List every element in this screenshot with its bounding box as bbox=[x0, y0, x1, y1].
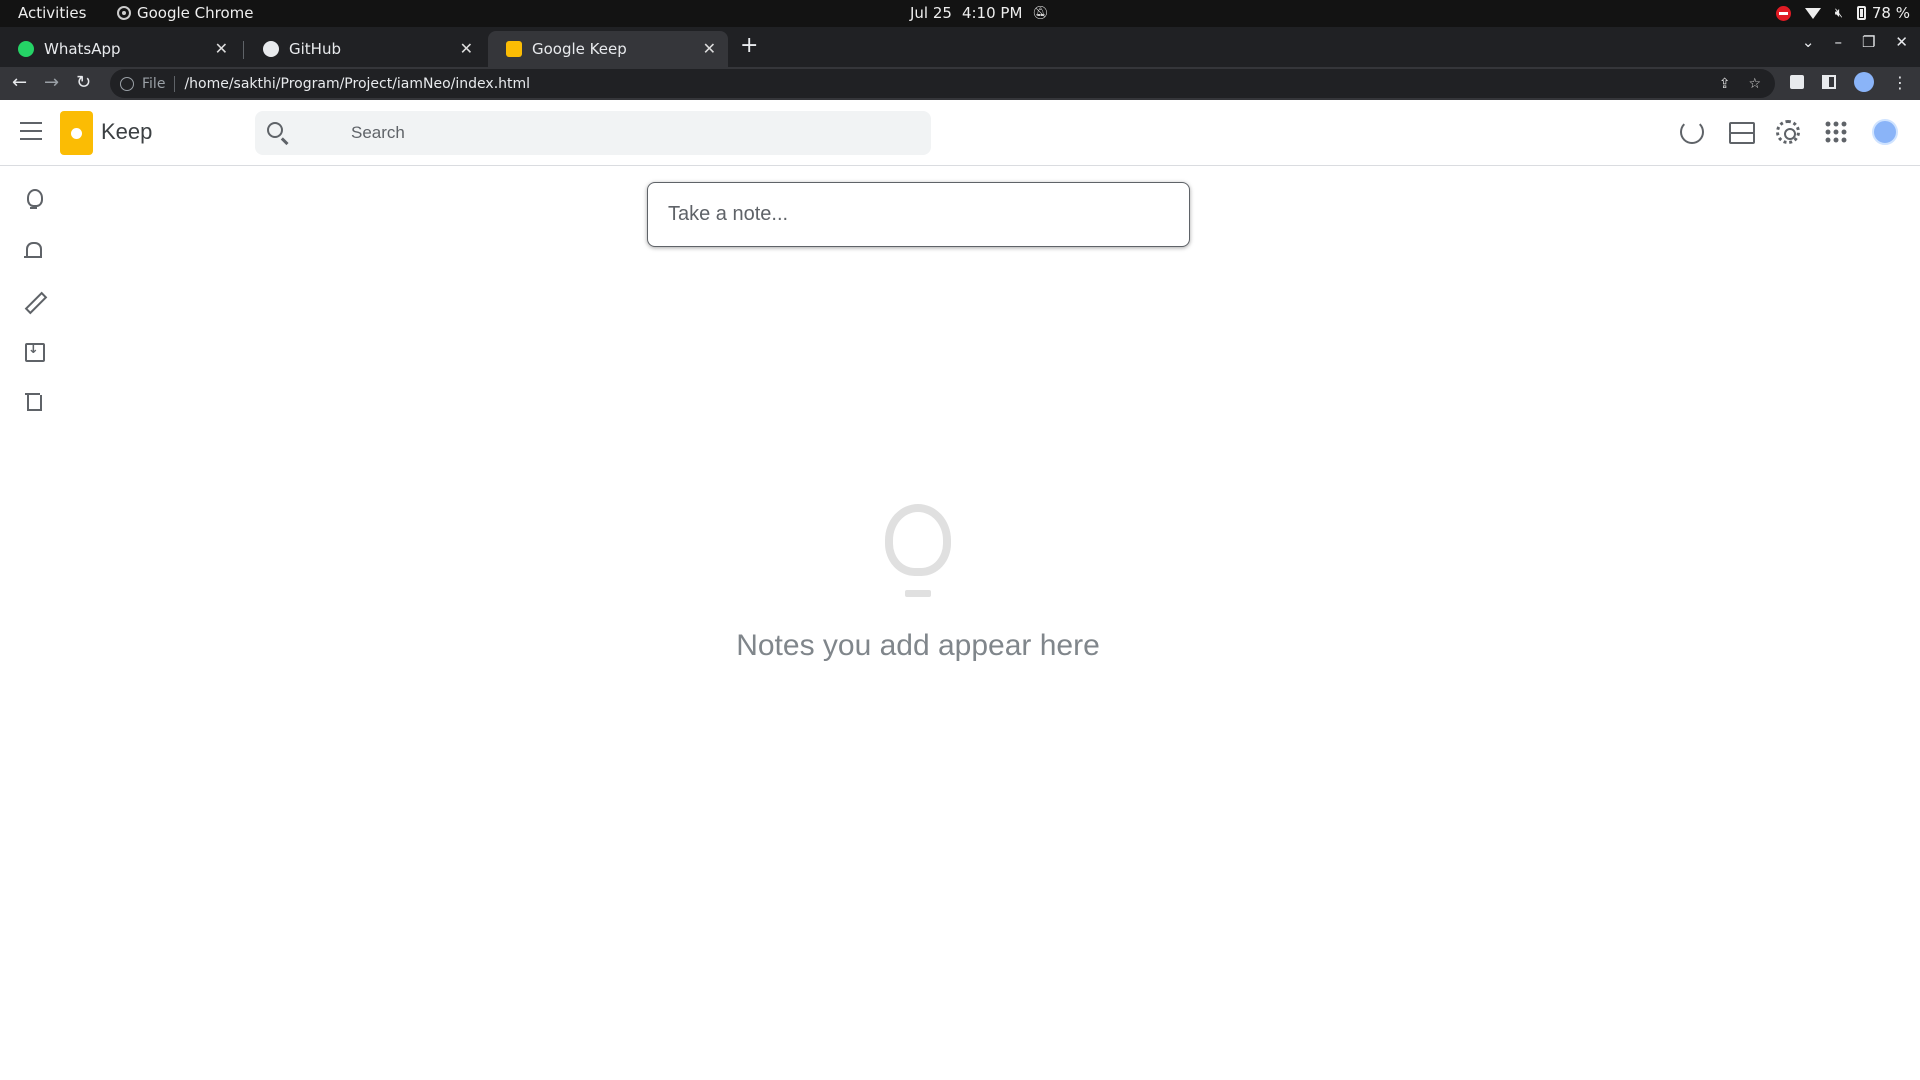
tab-strip: WhatsApp ✕ GitHub ✕ Google Keep ✕ + ⌄ – … bbox=[0, 27, 1920, 67]
trash-icon[interactable] bbox=[22, 390, 46, 414]
bulb-icon[interactable] bbox=[22, 189, 46, 213]
list-view-icon[interactable] bbox=[1728, 120, 1755, 144]
url-text[interactable]: /home/sakthi/Program/Project/iamNeo/inde… bbox=[184, 76, 530, 92]
activities-button[interactable]: Activities bbox=[18, 4, 86, 22]
chrome-icon bbox=[117, 6, 131, 20]
main-menu-icon[interactable] bbox=[20, 122, 42, 140]
system-tray[interactable]: 🔇︎ 78 % bbox=[1775, 4, 1910, 22]
profile-avatar[interactable] bbox=[1854, 72, 1874, 92]
side-panel-icon[interactable] bbox=[1822, 75, 1836, 89]
archive-icon[interactable] bbox=[22, 340, 46, 364]
tab-title: GitHub bbox=[289, 40, 341, 58]
tab-search-icon[interactable]: ⌄ bbox=[1802, 33, 1815, 51]
app-menu[interactable]: Google Chrome bbox=[117, 4, 254, 22]
battery-level: 78 % bbox=[1871, 4, 1910, 22]
close-icon[interactable]: ✕ bbox=[215, 39, 228, 58]
github-icon bbox=[263, 41, 279, 57]
close-window-icon[interactable]: ✕ bbox=[1895, 33, 1908, 51]
search-input[interactable] bbox=[351, 111, 911, 155]
take-note-box bbox=[647, 182, 1190, 247]
address-bar[interactable]: File /home/sakthi/Program/Project/iamNeo… bbox=[110, 69, 1775, 98]
do-not-disturb-icon bbox=[1775, 5, 1791, 21]
apps-grid-icon[interactable] bbox=[1824, 120, 1848, 144]
search-icon[interactable] bbox=[267, 122, 283, 138]
close-icon[interactable]: ✕ bbox=[703, 39, 716, 58]
header-actions bbox=[1680, 119, 1898, 145]
browser-toolbar: ← → ↻ File /home/sakthi/Program/Project/… bbox=[0, 67, 1920, 100]
refresh-icon[interactable] bbox=[1680, 120, 1704, 144]
tab-whatsapp[interactable]: WhatsApp ✕ bbox=[0, 31, 240, 67]
clock-date: Jul 25 bbox=[910, 4, 952, 22]
tab-github[interactable]: GitHub ✕ bbox=[245, 31, 485, 67]
volume-muted-icon: 🔇︎ bbox=[1834, 5, 1843, 21]
clock[interactable]: Jul 25 4:10 PM 🔕︎ bbox=[910, 4, 1049, 22]
new-tab-button[interactable]: + bbox=[740, 33, 758, 58]
scheme-label: File bbox=[142, 75, 166, 92]
take-note-input[interactable] bbox=[668, 183, 1168, 246]
toolbar-actions: ⋮ bbox=[1790, 72, 1908, 92]
divider bbox=[174, 75, 176, 92]
reload-icon[interactable]: ↻ bbox=[76, 72, 91, 93]
omnibox-actions: ⇪ ☆ bbox=[1719, 76, 1761, 92]
share-icon[interactable]: ⇪ bbox=[1719, 76, 1731, 92]
forward-icon[interactable]: → bbox=[44, 72, 59, 93]
keep-header: Keep bbox=[0, 100, 1920, 166]
pencil-icon[interactable] bbox=[22, 290, 46, 314]
window-controls: ⌄ – ❐ ✕ bbox=[1802, 33, 1908, 51]
tab-google-keep[interactable]: Google Keep ✕ bbox=[488, 31, 728, 67]
restore-icon[interactable]: ❐ bbox=[1862, 33, 1875, 51]
close-icon[interactable]: ✕ bbox=[460, 39, 473, 58]
os-top-bar: Activities Google Chrome Jul 25 4:10 PM … bbox=[0, 0, 1920, 27]
extensions-icon[interactable] bbox=[1790, 75, 1804, 89]
app-title: Keep bbox=[101, 119, 153, 144]
account-avatar[interactable] bbox=[1872, 119, 1898, 145]
keep-logo-icon bbox=[60, 111, 93, 155]
bell-off-icon: 🔕︎ bbox=[1032, 5, 1049, 21]
battery-icon bbox=[1856, 6, 1866, 20]
empty-state-bulb-icon bbox=[883, 504, 953, 604]
app-name: Google Chrome bbox=[137, 4, 254, 22]
tab-divider bbox=[243, 41, 244, 59]
back-icon[interactable]: ← bbox=[12, 72, 27, 93]
whatsapp-icon bbox=[18, 41, 34, 57]
minimize-icon[interactable]: – bbox=[1834, 33, 1842, 51]
wifi-icon bbox=[1804, 7, 1821, 19]
bookmark-star-icon[interactable]: ☆ bbox=[1748, 76, 1761, 92]
tab-title: WhatsApp bbox=[44, 40, 121, 58]
gear-icon[interactable] bbox=[1776, 120, 1800, 144]
menu-kebab-icon[interactable]: ⋮ bbox=[1892, 73, 1908, 92]
clock-time: 4:10 PM bbox=[961, 4, 1023, 22]
keep-icon bbox=[506, 41, 522, 57]
search-bar bbox=[255, 111, 931, 155]
empty-state-message: Notes you add appear here bbox=[736, 629, 1100, 662]
info-icon[interactable] bbox=[120, 76, 134, 91]
bell-icon[interactable] bbox=[22, 240, 46, 264]
tab-title: Google Keep bbox=[532, 40, 627, 58]
